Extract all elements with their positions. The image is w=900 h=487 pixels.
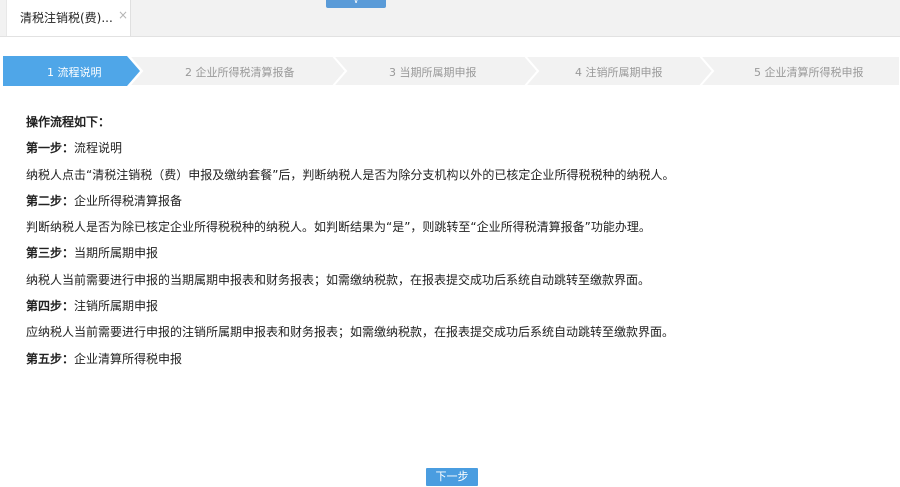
step2-heading: 第二步：企业所得税清算报备 bbox=[26, 193, 886, 219]
step4-description: 应纳税人当前需要进行申报的注销所属期申报表和财务报表；如需缴纳税款，在报表提交成… bbox=[26, 325, 675, 340]
step1-heading: 第一步：流程说明 bbox=[26, 140, 886, 166]
step1-name: 流程说明 bbox=[74, 141, 123, 156]
step4-name: 注销所属期申报 bbox=[74, 299, 159, 314]
step-5[interactable]: 5 企业清算所得税申报 bbox=[700, 56, 900, 86]
step1-description: 纳税人点击“清税注销税（费）申报及缴纳套餐”后，判断纳税人是否为除分支机构以外的… bbox=[26, 167, 675, 182]
close-icon[interactable]: × bbox=[118, 8, 128, 22]
step-2[interactable]: 2 企业所得税清算报备 bbox=[129, 56, 346, 86]
step3-title: 第三步： bbox=[26, 246, 75, 261]
process-description: 操作流程如下： 第一步：流程说明 纳税人点击“清税注销税（费）申报及缴纳套餐”后… bbox=[26, 114, 886, 377]
step4-title: 第四步： bbox=[26, 299, 75, 314]
step5-name: 企业清算所得税申报 bbox=[74, 351, 183, 366]
step-2-label: 2 企业所得税清算报备 bbox=[185, 66, 295, 79]
step5-title: 第五步： bbox=[26, 351, 75, 366]
step-1-label: 1 流程说明 bbox=[47, 66, 102, 79]
tab-active[interactable]: 清税注销税(费)... × bbox=[6, 0, 131, 36]
step4-heading: 第四步：注销所属期申报 bbox=[26, 298, 886, 324]
step-3[interactable]: 3 当期所属期申报 bbox=[333, 56, 538, 86]
step3-name: 当期所属期申报 bbox=[74, 246, 159, 261]
chevron-down-icon: ∨ bbox=[353, 0, 359, 5]
step3-description: 纳税人当前需要进行申报的当期属期申报表和财务报表；如需缴纳税款，在报表提交成功后… bbox=[26, 272, 651, 287]
step-5-label: 5 企业清算所得税申报 bbox=[754, 66, 864, 79]
next-step-button[interactable]: 下一步 bbox=[426, 468, 478, 486]
collapse-handle[interactable]: ∨ bbox=[326, 0, 386, 8]
page-heading: 操作流程如下： bbox=[26, 115, 111, 129]
step1-title: 第一步： bbox=[26, 141, 75, 156]
step-1[interactable]: 1 流程说明 bbox=[3, 56, 140, 86]
step3-heading: 第三步：当期所属期申报 bbox=[26, 245, 886, 271]
tab-title: 清税注销税(费)... bbox=[20, 11, 113, 25]
step-progress-bar: 1 流程说明 2 企业所得税清算报备 3 当期所属期申报 4 注销所属期申报 5… bbox=[0, 56, 900, 86]
step2-name: 企业所得税清算报备 bbox=[74, 193, 183, 208]
step2-description: 判断纳税人是否为除已核定企业所得税税种的纳税人。如判断结果为“是”，则跳转至“企… bbox=[26, 220, 651, 235]
step-4[interactable]: 4 注销所属期申报 bbox=[525, 56, 713, 86]
step-3-label: 3 当期所属期申报 bbox=[389, 66, 477, 79]
step-4-label: 4 注销所属期申报 bbox=[575, 66, 663, 79]
tab-bar: 清税注销税(费)... × ∨ bbox=[0, 0, 900, 37]
step2-title: 第二步： bbox=[26, 193, 75, 208]
step5-heading: 第五步：企业清算所得税申报 bbox=[26, 351, 886, 377]
